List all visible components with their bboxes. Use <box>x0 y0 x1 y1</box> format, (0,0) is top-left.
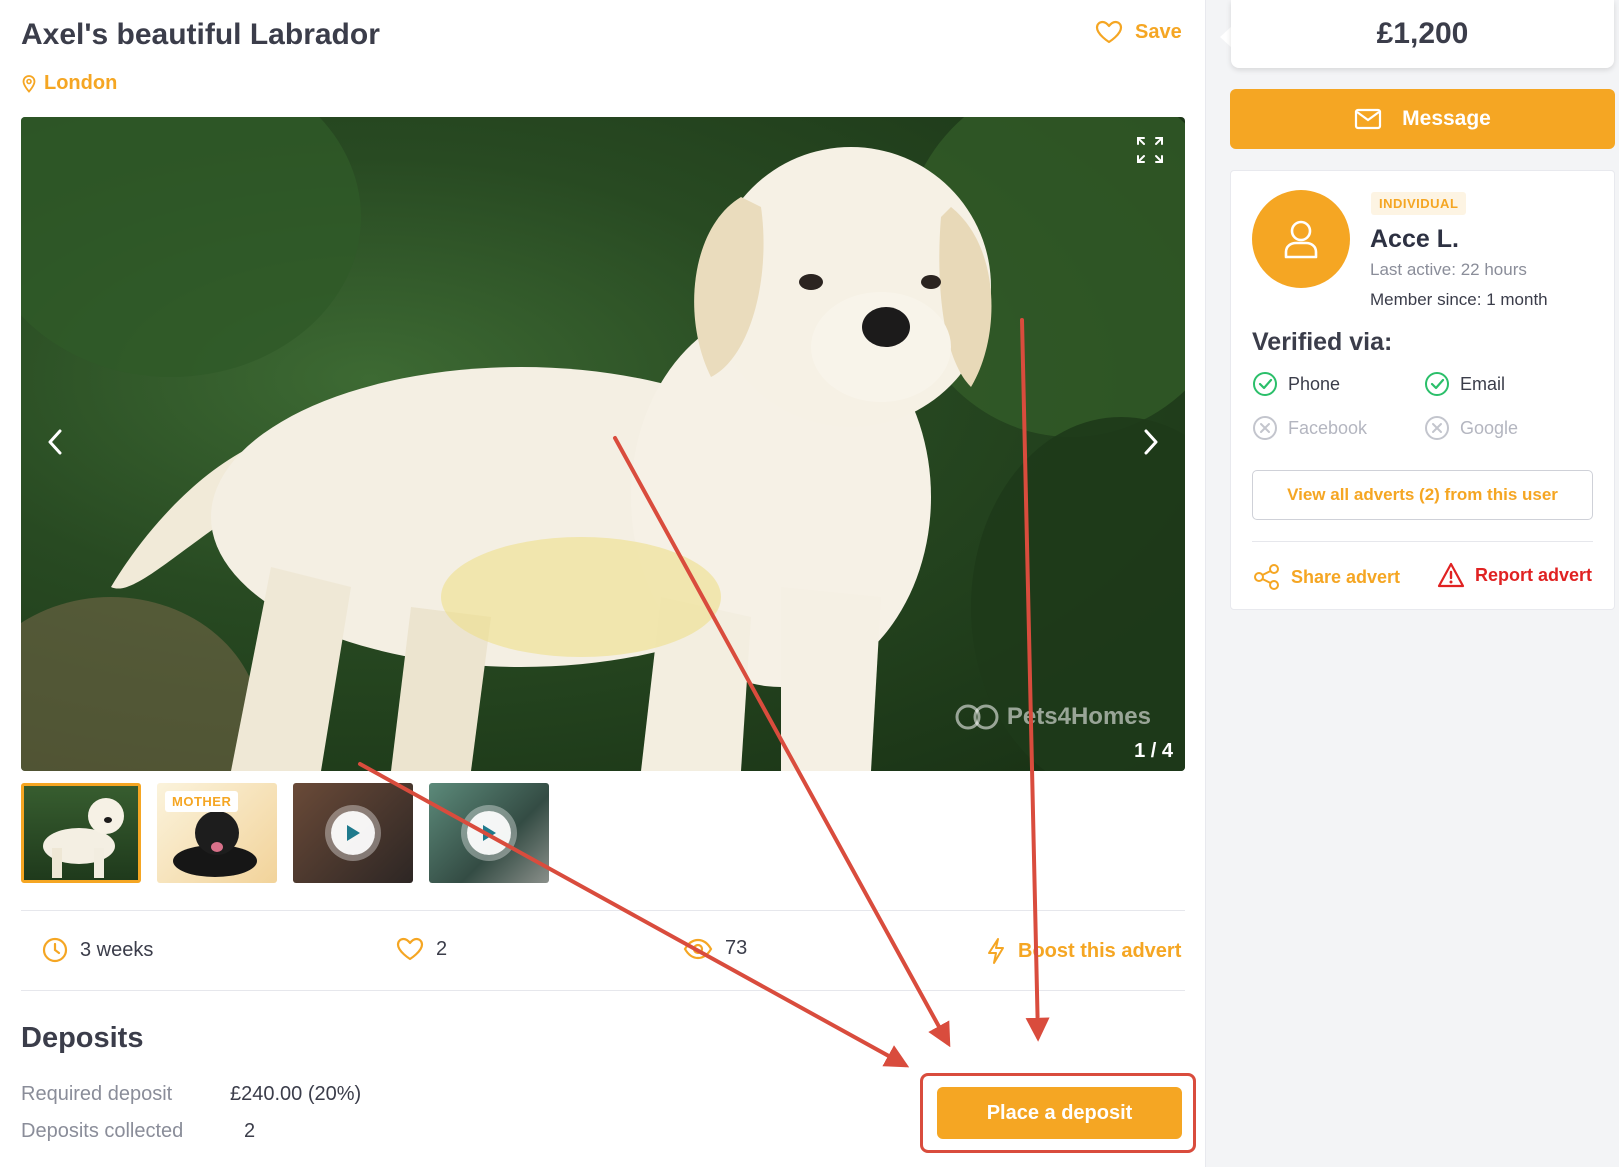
views-value: 73 <box>725 937 748 959</box>
listing-title: Axel's beautiful Labrador <box>21 18 380 51</box>
eye-icon <box>683 938 713 960</box>
unverified-facebook: Facebook <box>1252 415 1367 441</box>
seller-member-since: Member since: 1 month <box>1370 290 1548 309</box>
stat-views: 73 <box>683 937 747 960</box>
pets4homes-logo-icon <box>955 704 999 730</box>
view-all-adverts-button[interactable]: View all adverts (2) from this user <box>1252 470 1593 520</box>
warning-triangle-icon <box>1437 562 1465 588</box>
deposits-collected-value: 2 <box>244 1120 256 1142</box>
seller-last-active: Last active: 22 hours <box>1370 260 1527 279</box>
share-advert-link[interactable]: Share advert <box>1253 564 1400 590</box>
next-photo-button[interactable] <box>1131 422 1171 462</box>
x-circle-icon <box>1424 415 1450 441</box>
deposits-collected-label: Deposits collected <box>21 1120 184 1142</box>
prev-photo-button[interactable] <box>35 422 75 462</box>
map-pin-icon <box>22 74 36 93</box>
price-value: £1,200 <box>1376 17 1469 50</box>
watermark: Pets4Homes <box>955 703 1151 731</box>
stat-age: 3 weeks <box>42 937 153 963</box>
thumbnail-4-video[interactable] <box>429 783 549 883</box>
avatar[interactable] <box>1252 190 1350 288</box>
check-circle-icon <box>1252 371 1278 397</box>
divider <box>1252 541 1593 542</box>
thumbnail-2[interactable]: MOTHER <box>157 783 277 883</box>
thumbnail-3-video[interactable] <box>293 783 413 883</box>
divider <box>21 910 1185 911</box>
thumbnail-1[interactable] <box>21 783 141 883</box>
lightning-icon <box>986 937 1006 965</box>
mother-badge: MOTHER <box>165 791 239 812</box>
location-label: London <box>44 72 118 94</box>
unverified-google-label: Google <box>1460 417 1519 438</box>
play-button[interactable] <box>331 811 375 855</box>
verified-email-label: Email <box>1460 373 1506 394</box>
labrador-puppy-illustration <box>111 147 992 771</box>
unverified-google: Google <box>1424 415 1518 441</box>
envelope-icon <box>1354 108 1382 130</box>
puppy-thumbnail-image <box>43 798 124 878</box>
play-icon <box>483 825 496 841</box>
heart-icon <box>1095 20 1123 44</box>
report-label: Report advert <box>1475 564 1593 585</box>
boost-advert-link[interactable]: Boost this advert <box>986 937 1181 965</box>
photo-counter: 1 / 4 <box>1134 740 1173 762</box>
expand-icon <box>1137 137 1163 163</box>
report-advert-link[interactable]: Report advert <box>1437 562 1592 588</box>
divider <box>21 990 1185 991</box>
verified-phone-label: Phone <box>1288 373 1341 394</box>
chevron-right-icon <box>1144 429 1158 455</box>
verified-via-heading: Verified via: <box>1252 328 1393 356</box>
verified-email: Email <box>1424 371 1505 397</box>
price-display: £1,200 <box>1231 0 1614 68</box>
message-button[interactable]: Message <box>1230 89 1615 149</box>
listing-location[interactable]: London <box>22 72 117 95</box>
required-deposit-label: Required deposit <box>21 1083 173 1105</box>
chevron-left-icon <box>48 429 62 455</box>
place-deposit-button[interactable]: Place a deposit <box>937 1087 1182 1139</box>
deposits-heading: Deposits <box>21 1022 144 1054</box>
clock-icon <box>42 937 68 963</box>
message-label: Message <box>1402 107 1491 130</box>
watermark-text: Pets4Homes <box>1006 703 1151 730</box>
stat-likes: 2 <box>396 937 447 961</box>
user-icon <box>1284 220 1318 259</box>
age-value: 3 weeks <box>80 938 154 961</box>
share-icon <box>1253 564 1281 590</box>
boost-label: Boost this advert <box>1018 939 1182 962</box>
main-photo[interactable]: Pets4Homes 1 / 4 <box>21 117 1185 771</box>
save-button[interactable]: Save <box>1095 20 1182 44</box>
save-label: Save <box>1135 20 1182 43</box>
x-circle-icon <box>1252 415 1278 441</box>
likes-value: 2 <box>436 937 448 960</box>
play-icon <box>347 825 360 841</box>
heart-icon <box>396 937 424 961</box>
check-circle-icon <box>1424 371 1450 397</box>
required-deposit-value: £240.00 (20%) <box>230 1083 362 1105</box>
seller-type-badge: INDIVIDUAL <box>1371 192 1467 215</box>
fullscreen-button[interactable] <box>1135 135 1165 165</box>
play-button[interactable] <box>467 811 511 855</box>
unverified-facebook-label: Facebook <box>1288 417 1368 438</box>
verified-phone: Phone <box>1252 371 1340 397</box>
seller-name[interactable]: Acce L. <box>1370 225 1459 254</box>
share-label: Share advert <box>1291 566 1401 587</box>
